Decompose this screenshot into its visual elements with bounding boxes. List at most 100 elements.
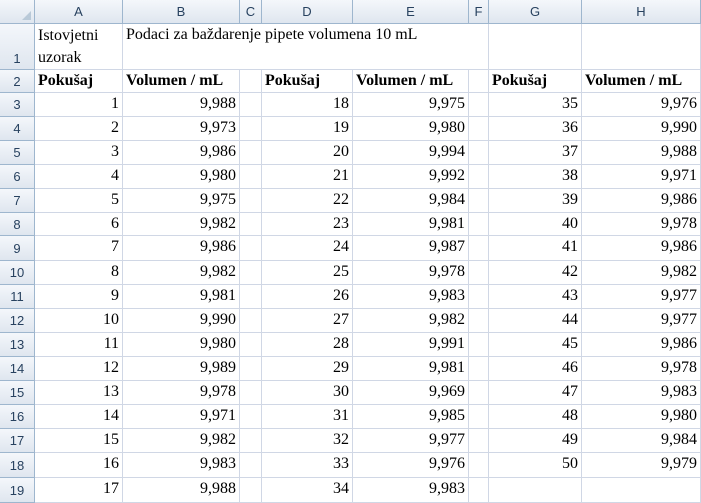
cell-e6[interactable]: 9,992 bbox=[353, 165, 469, 189]
cell-e3[interactable]: 9,975 bbox=[353, 93, 469, 117]
cell-b15[interactable]: 9,978 bbox=[123, 381, 240, 405]
cell-a8[interactable]: 6 bbox=[35, 213, 123, 236]
cell-b5[interactable]: 9,986 bbox=[123, 141, 240, 165]
cell-f17[interactable] bbox=[469, 429, 489, 453]
row-header-12[interactable]: 12 bbox=[0, 309, 35, 333]
cell-g17[interactable]: 49 bbox=[489, 429, 582, 453]
cell-c8[interactable] bbox=[240, 213, 262, 236]
cell-c4[interactable] bbox=[240, 117, 262, 141]
cell-d11[interactable]: 26 bbox=[262, 285, 353, 309]
cell-d2[interactable]: Pokušaj bbox=[262, 70, 353, 93]
cell-f8[interactable] bbox=[469, 213, 489, 236]
cell-a14[interactable]: 12 bbox=[35, 357, 123, 381]
cell-c11[interactable] bbox=[240, 285, 262, 309]
cell-b18[interactable]: 9,983 bbox=[123, 453, 240, 478]
row-header-4[interactable]: 4 bbox=[0, 117, 35, 141]
row-header-8[interactable]: 8 bbox=[0, 213, 35, 236]
cell-h4[interactable]: 9,990 bbox=[582, 117, 701, 141]
cell-b11[interactable]: 9,981 bbox=[123, 285, 240, 309]
cell-g13[interactable]: 45 bbox=[489, 333, 582, 357]
cell-a7[interactable]: 5 bbox=[35, 189, 123, 213]
cell-d4[interactable]: 19 bbox=[262, 117, 353, 141]
cell-h6[interactable]: 9,971 bbox=[582, 165, 701, 189]
cell-f19[interactable] bbox=[469, 478, 489, 503]
cell-d17[interactable]: 32 bbox=[262, 429, 353, 453]
cell-e4[interactable]: 9,980 bbox=[353, 117, 469, 141]
cell-g14[interactable]: 46 bbox=[489, 357, 582, 381]
row-header-10[interactable]: 10 bbox=[0, 261, 35, 285]
cell-f10[interactable] bbox=[469, 261, 489, 285]
cell-a9[interactable]: 7 bbox=[35, 236, 123, 261]
cell-e7[interactable]: 9,984 bbox=[353, 189, 469, 213]
cell-b7[interactable]: 9,975 bbox=[123, 189, 240, 213]
column-header-b[interactable]: B bbox=[123, 0, 240, 24]
cell-e18[interactable]: 9,976 bbox=[353, 453, 469, 478]
cell-a11[interactable]: 9 bbox=[35, 285, 123, 309]
cell-f4[interactable] bbox=[469, 117, 489, 141]
cell-f14[interactable] bbox=[469, 357, 489, 381]
cell-e2[interactable]: Volumen / mL bbox=[353, 70, 469, 93]
row-header-18[interactable]: 18 bbox=[0, 453, 35, 478]
cell-g3[interactable]: 35 bbox=[489, 93, 582, 117]
cell-h11[interactable]: 9,977 bbox=[582, 285, 701, 309]
cell-c18[interactable] bbox=[240, 453, 262, 478]
cell-a3[interactable]: 1 bbox=[35, 93, 123, 117]
row-header-16[interactable]: 16 bbox=[0, 405, 35, 429]
cell-c16[interactable] bbox=[240, 405, 262, 429]
column-header-a[interactable]: A bbox=[35, 0, 123, 24]
cell-h7[interactable]: 9,986 bbox=[582, 189, 701, 213]
cell-g5[interactable]: 37 bbox=[489, 141, 582, 165]
cell-g11[interactable]: 43 bbox=[489, 285, 582, 309]
cell-g7[interactable]: 39 bbox=[489, 189, 582, 213]
cell-h5[interactable]: 9,988 bbox=[582, 141, 701, 165]
cell-a4[interactable]: 2 bbox=[35, 117, 123, 141]
cell-h14[interactable]: 9,978 bbox=[582, 357, 701, 381]
cell-f18[interactable] bbox=[469, 453, 489, 478]
cell-h2[interactable]: Volumen / mL bbox=[582, 70, 701, 93]
cell-e16[interactable]: 9,985 bbox=[353, 405, 469, 429]
cell-c2[interactable] bbox=[240, 70, 262, 93]
cell-d19[interactable]: 34 bbox=[262, 478, 353, 503]
cell-f1[interactable] bbox=[469, 24, 489, 70]
column-header-e[interactable]: E bbox=[353, 0, 469, 24]
cell-b1[interactable]: Podaci za baždarenje pipete volumena 10 … bbox=[123, 24, 417, 70]
cell-e11[interactable]: 9,983 bbox=[353, 285, 469, 309]
cell-d10[interactable]: 25 bbox=[262, 261, 353, 285]
row-header-6[interactable]: 6 bbox=[0, 165, 35, 189]
row-header-13[interactable]: 13 bbox=[0, 333, 35, 357]
cell-b8[interactable]: 9,982 bbox=[123, 213, 240, 236]
cell-g6[interactable]: 38 bbox=[489, 165, 582, 189]
cell-b13[interactable]: 9,980 bbox=[123, 333, 240, 357]
column-header-d[interactable]: D bbox=[262, 0, 353, 24]
cell-f12[interactable] bbox=[469, 309, 489, 333]
cell-f15[interactable] bbox=[469, 381, 489, 405]
cell-a2[interactable]: Pokušaj bbox=[35, 70, 123, 93]
cell-c15[interactable] bbox=[240, 381, 262, 405]
cell-h17[interactable]: 9,984 bbox=[582, 429, 701, 453]
column-header-f[interactable]: F bbox=[469, 0, 489, 24]
cell-a15[interactable]: 13 bbox=[35, 381, 123, 405]
cell-h16[interactable]: 9,980 bbox=[582, 405, 701, 429]
cell-f3[interactable] bbox=[469, 93, 489, 117]
cell-c19[interactable] bbox=[240, 478, 262, 503]
cell-d18[interactable]: 33 bbox=[262, 453, 353, 478]
cell-b14[interactable]: 9,989 bbox=[123, 357, 240, 381]
row-header-17[interactable]: 17 bbox=[0, 429, 35, 453]
cell-h10[interactable]: 9,982 bbox=[582, 261, 701, 285]
cell-f2[interactable] bbox=[469, 70, 489, 93]
cell-a13[interactable]: 11 bbox=[35, 333, 123, 357]
cell-b12[interactable]: 9,990 bbox=[123, 309, 240, 333]
cell-e14[interactable]: 9,981 bbox=[353, 357, 469, 381]
column-header-c[interactable]: C bbox=[240, 0, 262, 24]
cell-d14[interactable]: 29 bbox=[262, 357, 353, 381]
cell-b9[interactable]: 9,986 bbox=[123, 236, 240, 261]
cell-g18[interactable]: 50 bbox=[489, 453, 582, 478]
cell-f11[interactable] bbox=[469, 285, 489, 309]
cell-d15[interactable]: 30 bbox=[262, 381, 353, 405]
cell-f13[interactable] bbox=[469, 333, 489, 357]
cell-f7[interactable] bbox=[469, 189, 489, 213]
cell-c12[interactable] bbox=[240, 309, 262, 333]
cell-g1[interactable] bbox=[489, 24, 582, 70]
cell-d8[interactable]: 23 bbox=[262, 213, 353, 236]
cell-c6[interactable] bbox=[240, 165, 262, 189]
